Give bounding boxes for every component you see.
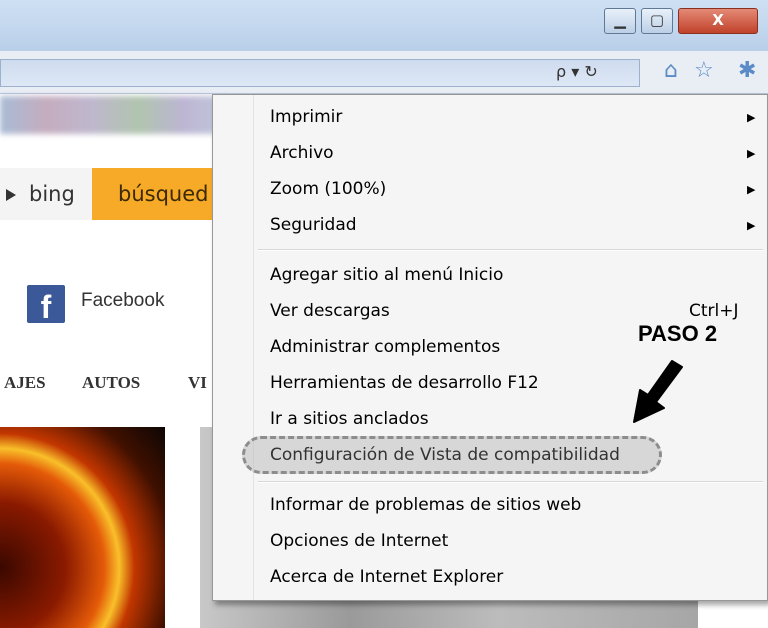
menu-icon-column xyxy=(213,95,254,600)
gutter xyxy=(165,427,200,628)
shortcut-ctrl-j: Ctrl+J xyxy=(689,301,739,321)
menu-item-agregar-sitio[interactable]: Agregar sitio al menú Inicio xyxy=(270,265,503,285)
menu-item-opciones-internet[interactable]: Opciones de Internet xyxy=(270,531,448,551)
search-button[interactable]: búsqued xyxy=(92,168,222,220)
menu-item-ver-descargas[interactable]: Ver descargas xyxy=(270,301,390,321)
search-refresh-icons[interactable]: ρ ▾ ↻ xyxy=(556,62,598,81)
menu-item-vista-compatibilidad[interactable]: Configuración de Vista de compatibilidad xyxy=(270,445,620,465)
submenu-arrow-icon: ▶ xyxy=(747,111,756,124)
nav-item-autos[interactable]: AUTOS xyxy=(82,373,140,393)
gear-icon[interactable]: ✱ xyxy=(738,58,756,83)
menu-separator xyxy=(258,249,763,251)
news-image-sun[interactable] xyxy=(0,427,165,628)
star-icon[interactable]: ☆ xyxy=(694,58,714,83)
menu-item-imprimir[interactable]: Imprimir xyxy=(270,107,342,127)
menu-item-herramientas-f12[interactable]: Herramientas de desarrollo F12 xyxy=(270,373,539,393)
menu-item-sitios-anclados[interactable]: Ir a sitios anclados xyxy=(270,409,429,429)
nav-item-viajes[interactable]: AJES xyxy=(4,373,46,393)
submenu-arrow-icon: ▶ xyxy=(747,147,756,160)
favorites-bar-blurred xyxy=(0,96,230,134)
close-button[interactable]: X xyxy=(678,8,758,34)
menu-item-administrar-complementos[interactable]: Administrar complementos xyxy=(270,337,500,357)
title-bar: ▁ ▢ X xyxy=(0,0,768,51)
submenu-arrow-icon: ▶ xyxy=(747,219,756,232)
close-icon: X xyxy=(712,11,724,29)
bing-label[interactable]: bing xyxy=(0,168,92,220)
menu-item-acerca-de[interactable]: Acerca de Internet Explorer xyxy=(270,567,503,587)
menu-item-zoom[interactable]: Zoom (100%) xyxy=(270,179,386,199)
menu-item-archivo[interactable]: Archivo xyxy=(270,143,334,163)
address-field[interactable] xyxy=(0,59,640,87)
step-annotation-label: PASO 2 xyxy=(638,321,718,346)
submenu-arrow-icon: ▶ xyxy=(747,183,756,196)
nav-item-vi[interactable]: VI xyxy=(188,373,207,393)
minimize-icon: ▁ xyxy=(614,11,626,29)
bing-text: bing xyxy=(29,182,75,206)
pointer-arrow-icon xyxy=(633,360,683,423)
menu-item-seguridad[interactable]: Seguridad xyxy=(270,215,357,235)
facebook-link[interactable]: Facebook xyxy=(81,290,164,312)
maximize-button[interactable]: ▢ xyxy=(641,8,673,34)
menu-separator xyxy=(258,481,763,483)
minimize-button[interactable]: ▁ xyxy=(604,8,636,34)
facebook-icon[interactable]: f xyxy=(27,285,65,325)
tools-menu: Imprimir ▶ Archivo ▶ Zoom (100%) ▶ Segur… xyxy=(212,94,768,601)
address-bar: ρ ▾ ↻ xyxy=(0,51,768,94)
home-icon[interactable]: ⌂ xyxy=(664,58,678,83)
menu-item-informar-problemas[interactable]: Informar de problemas de sitios web xyxy=(270,495,581,515)
maximize-icon: ▢ xyxy=(649,11,665,29)
